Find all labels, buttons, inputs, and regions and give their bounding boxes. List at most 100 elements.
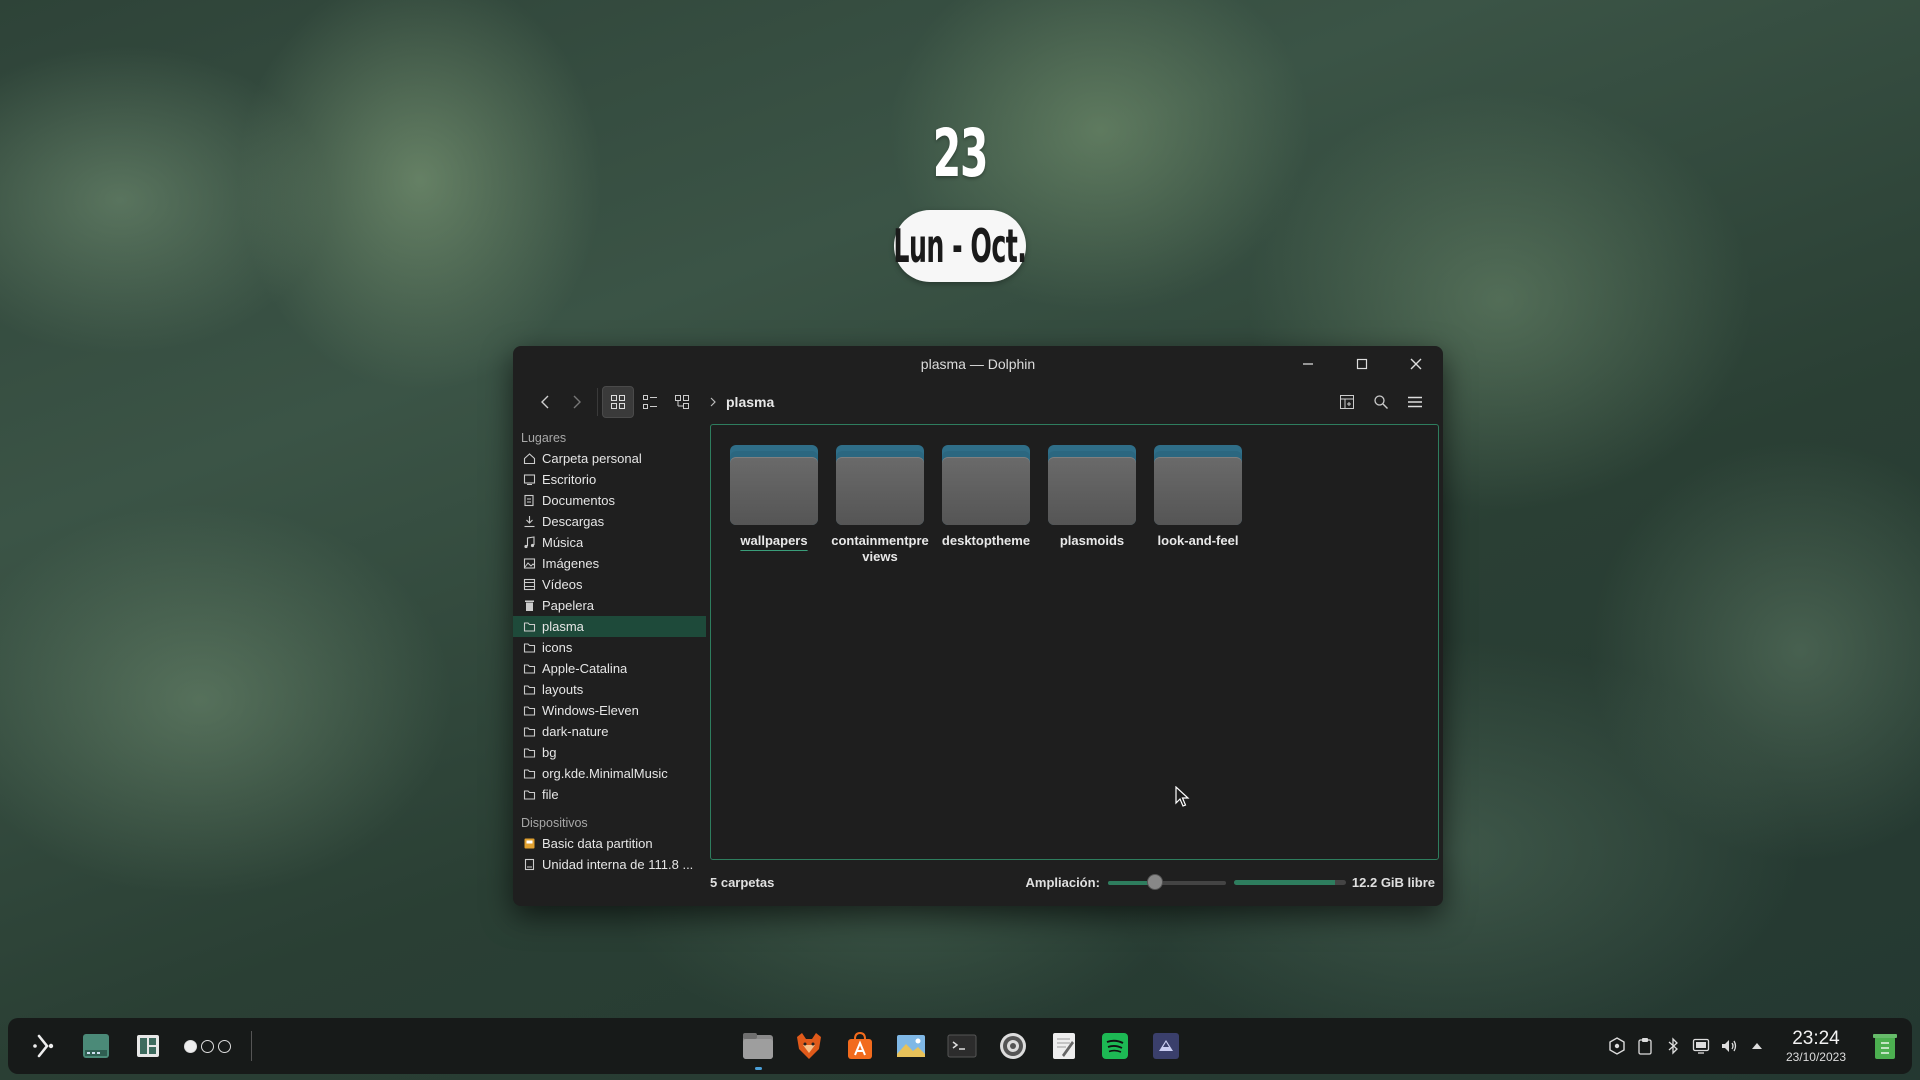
desktop-2-indicator[interactable] xyxy=(201,1039,214,1053)
place-item[interactable]: Escritorio xyxy=(513,469,708,490)
split-view-button[interactable] xyxy=(1331,386,1363,418)
zoom-slider[interactable] xyxy=(1107,870,1226,894)
place-item[interactable]: Vídeos xyxy=(513,574,708,595)
window-body: Lugares Carpeta personal Escritorio Docume… xyxy=(513,422,1443,906)
desktop-icon xyxy=(83,1034,109,1058)
app-launcher-button[interactable] xyxy=(22,1024,66,1068)
folder-item[interactable]: plasmoids xyxy=(1039,445,1145,565)
text-editor-task[interactable] xyxy=(1042,1024,1086,1068)
taskbar-clock[interactable]: 23:24 23/10/2023 xyxy=(1786,1028,1846,1064)
network-icon[interactable] xyxy=(1692,1037,1710,1055)
zoom-slider-handle[interactable] xyxy=(1147,874,1164,890)
place-item[interactable]: Música xyxy=(513,532,708,553)
dolphin-window: plasma — Dolphin plasma Lugares Carpeta … xyxy=(513,346,1443,906)
device-item[interactable]: Unidad interna de 111.8 ... xyxy=(513,854,708,875)
compact-view-button[interactable] xyxy=(634,386,666,418)
place-item[interactable]: Imágenes xyxy=(513,553,708,574)
window-overview-button[interactable] xyxy=(126,1024,170,1068)
close-button[interactable] xyxy=(1389,346,1443,382)
icons-view-button[interactable] xyxy=(602,386,634,418)
trash-icon xyxy=(523,599,536,612)
drive-icon xyxy=(523,858,536,871)
desktop-1-indicator[interactable] xyxy=(184,1039,197,1053)
place-item-label: Papelera xyxy=(542,598,595,613)
place-item[interactable]: Windows-Eleven xyxy=(513,700,708,721)
place-item[interactable]: org.kde.MinimalMusic xyxy=(513,763,708,784)
details-view-button[interactable] xyxy=(666,386,698,418)
desktop-clock-widget: 23 Lun - Oct. xyxy=(880,118,1040,282)
folder-item[interactable]: look-and-feel xyxy=(1145,445,1251,565)
place-item[interactable]: bg xyxy=(513,742,708,763)
place-item-label: dark-nature xyxy=(542,724,609,739)
devices-section-title[interactable]: Dispositivos xyxy=(513,811,708,833)
menu-button[interactable] xyxy=(1399,386,1431,418)
devices-list: Basic data partition Unidad interna de 11… xyxy=(513,833,708,875)
volume-icon[interactable] xyxy=(1720,1037,1738,1055)
app-task-8[interactable] xyxy=(1144,1024,1188,1068)
image-viewer-icon xyxy=(897,1035,925,1057)
place-item-label: Carpeta personal xyxy=(542,451,642,466)
place-item-label: org.kde.MinimalMusic xyxy=(542,766,668,781)
tray-expand-icon[interactable] xyxy=(1748,1037,1766,1055)
folder-item[interactable]: desktoptheme xyxy=(933,445,1039,565)
device-item[interactable]: Basic data partition xyxy=(513,833,708,854)
place-item[interactable]: Apple-Catalina xyxy=(513,658,708,679)
software-store-task[interactable] xyxy=(838,1024,882,1068)
places-section-title[interactable]: Lugares xyxy=(513,426,708,448)
place-item[interactable]: dark-nature xyxy=(513,721,708,742)
show-desktop-button[interactable] xyxy=(74,1024,118,1068)
terminal-icon xyxy=(947,1034,977,1058)
music-player-icon xyxy=(1102,1033,1128,1059)
folder-icon xyxy=(523,704,536,717)
window-controls xyxy=(1281,346,1443,382)
spotify-task[interactable] xyxy=(1093,1024,1137,1068)
system-settings-task[interactable] xyxy=(991,1024,1035,1068)
kde-app-icon xyxy=(1153,1033,1179,1059)
folder-item[interactable]: wallpapers xyxy=(721,445,827,565)
image-viewer-task[interactable] xyxy=(889,1024,933,1068)
place-item[interactable]: Papelera xyxy=(513,595,708,616)
place-item-label: plasma xyxy=(542,619,584,634)
clipboard-icon[interactable] xyxy=(1636,1037,1654,1055)
zoom-label: Ampliación: xyxy=(1025,874,1100,890)
search-button[interactable] xyxy=(1365,386,1397,418)
widget-day: 23 xyxy=(932,115,989,192)
dolphin-task[interactable] xyxy=(736,1024,780,1070)
folder-icon xyxy=(836,445,924,525)
terminal-task[interactable] xyxy=(940,1024,984,1068)
place-item[interactable]: Documentos xyxy=(513,490,708,511)
folder-name: look-and-feel xyxy=(1157,533,1239,548)
places-list: Carpeta personal Escritorio Documentos Desc… xyxy=(513,448,708,805)
firefox-task[interactable] xyxy=(787,1024,831,1068)
back-button[interactable] xyxy=(529,386,561,418)
place-item-label: layouts xyxy=(542,682,584,697)
desktop-3-indicator[interactable] xyxy=(218,1039,231,1053)
place-item[interactable]: layouts xyxy=(513,679,708,700)
free-space-label: 12.2 GiB libre xyxy=(1351,874,1435,890)
desktop-icon xyxy=(523,473,536,486)
folder-item[interactable]: containmentpreviews xyxy=(827,445,933,565)
place-item[interactable]: Descargas xyxy=(513,511,708,532)
place-item-label: Vídeos xyxy=(542,577,583,592)
place-item[interactable]: file xyxy=(513,784,708,805)
place-item-label: icons xyxy=(542,640,573,655)
file-view[interactable]: wallpapers containmentpreviews desktopthem… xyxy=(710,424,1439,860)
trash-widget-icon[interactable] xyxy=(1870,1031,1900,1061)
launcher-icon xyxy=(33,1034,54,1058)
arrow-right-icon xyxy=(573,395,581,409)
partition-icon xyxy=(523,837,536,850)
virtual-desktop-pager[interactable] xyxy=(178,1039,237,1053)
breadcrumb-current[interactable]: plasma xyxy=(726,394,774,410)
place-item[interactable]: Carpeta personal xyxy=(513,448,708,469)
breadcrumb[interactable]: plasma xyxy=(708,394,774,410)
place-item[interactable]: icons xyxy=(513,637,708,658)
toolbar: plasma xyxy=(513,382,1443,422)
minimize-button[interactable] xyxy=(1281,346,1335,382)
place-item[interactable]: plasma xyxy=(513,616,706,637)
maximize-button[interactable] xyxy=(1335,346,1389,382)
forward-button[interactable] xyxy=(561,386,593,418)
system-tray: 23:24 23/10/2023 xyxy=(1608,1018,1900,1074)
bluetooth-icon[interactable] xyxy=(1664,1037,1682,1055)
kde-connect-icon[interactable] xyxy=(1608,1037,1626,1055)
titlebar[interactable]: plasma — Dolphin xyxy=(513,346,1443,382)
